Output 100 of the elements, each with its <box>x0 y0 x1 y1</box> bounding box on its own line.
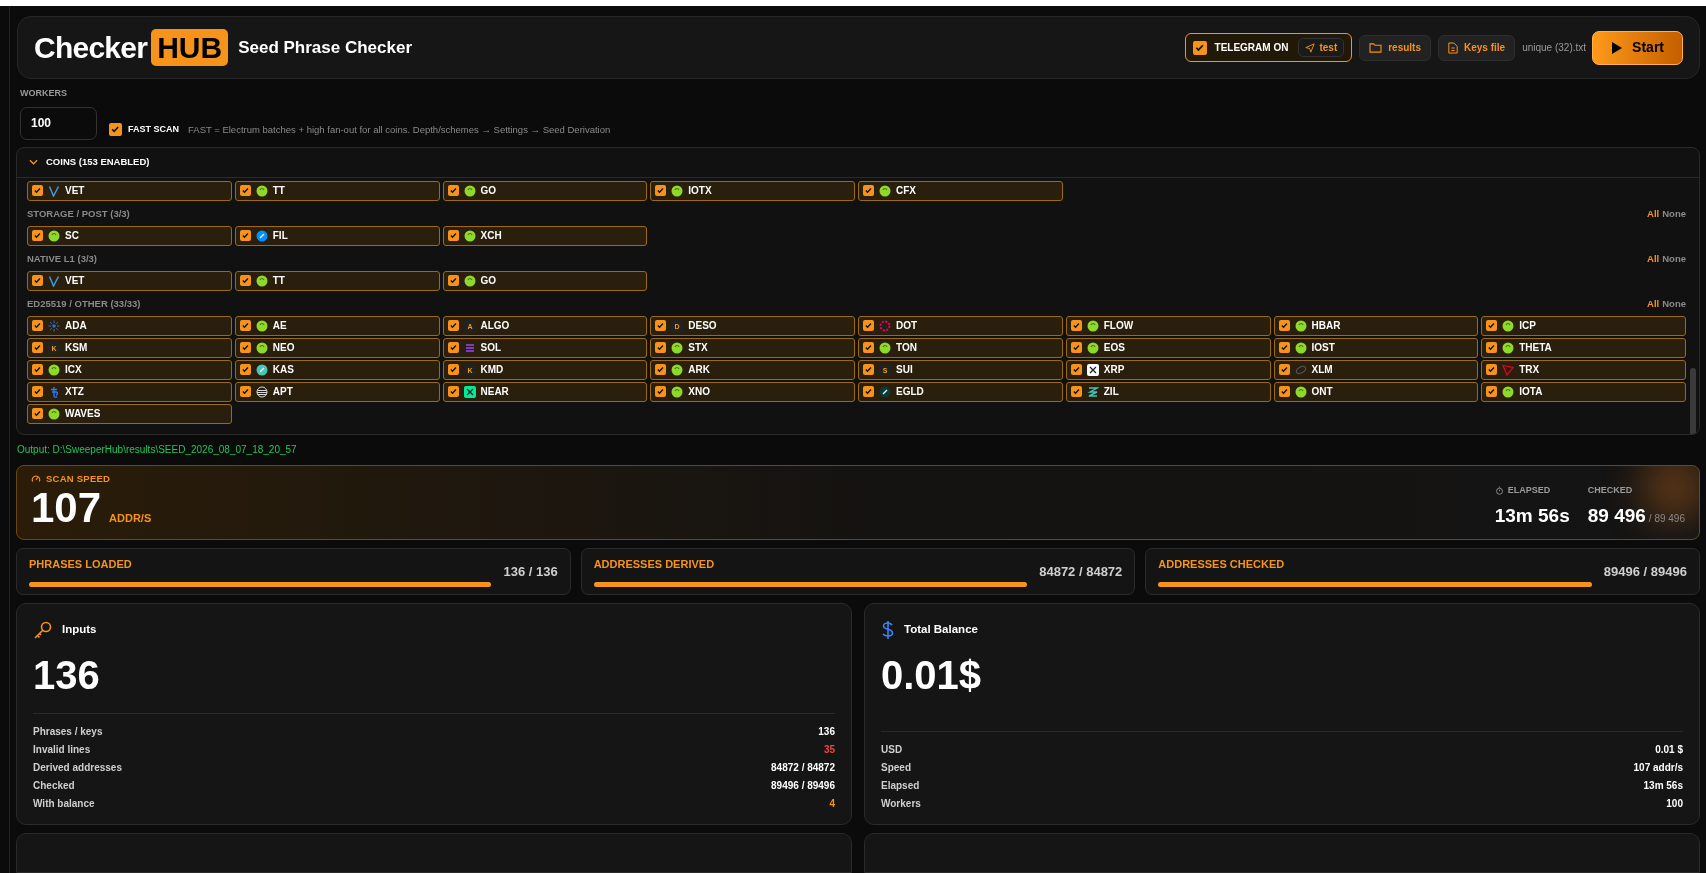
coin-toggle[interactable]: ONT <box>1273 381 1479 402</box>
coin-toggle[interactable]: NEO <box>234 337 440 358</box>
coin-toggle[interactable]: EGLD <box>858 381 1063 402</box>
coin-toggle[interactable]: XRP <box>1065 359 1271 380</box>
checkbox[interactable] <box>239 342 251 354</box>
checkbox[interactable] <box>1070 364 1082 376</box>
checkbox[interactable] <box>32 230 43 242</box>
checkbox[interactable] <box>239 185 251 197</box>
checkbox[interactable] <box>239 364 251 376</box>
checkbox[interactable] <box>447 364 459 376</box>
coin-toggle[interactable]: TT <box>234 180 440 201</box>
coin-toggle[interactable]: XTZ <box>27 381 232 402</box>
checkbox[interactable] <box>32 408 43 420</box>
coin-toggle[interactable]: AE <box>234 315 440 336</box>
coin-toggle[interactable]: ICP <box>1481 315 1686 336</box>
checkbox[interactable] <box>447 386 459 398</box>
coin-toggle[interactable]: NEAR <box>442 381 648 402</box>
checkbox[interactable] <box>655 364 667 376</box>
select-all-link[interactable]: All <box>1647 206 1660 221</box>
coin-toggle[interactable]: IOST <box>1273 337 1479 358</box>
checkbox[interactable] <box>1070 342 1082 354</box>
coin-toggle[interactable]: IOTX <box>650 180 855 201</box>
checkbox[interactable] <box>32 185 43 197</box>
test-button[interactable]: test <box>1298 38 1345 58</box>
scrollbar-thumb[interactable] <box>1690 367 1696 434</box>
coin-toggle[interactable]: CFX <box>858 180 1063 201</box>
coin-toggle[interactable]: GO <box>442 180 648 201</box>
checkbox[interactable] <box>863 364 874 376</box>
coin-name: IOST <box>1311 341 1335 356</box>
workers-input[interactable]: 100 <box>20 106 97 140</box>
coin-toggle[interactable]: HBAR <box>1273 315 1479 336</box>
checkbox[interactable] <box>447 230 459 242</box>
checkbox[interactable] <box>239 275 251 287</box>
coin-toggle[interactable]: KAS <box>234 359 440 380</box>
checkbox[interactable] <box>1486 386 1498 398</box>
coin-toggle[interactable]: APT <box>234 381 440 402</box>
start-button[interactable]: Start <box>1592 30 1683 65</box>
select-all-link[interactable]: All <box>1647 251 1660 266</box>
checkbox[interactable] <box>32 320 43 332</box>
coin-toggle[interactable]: SOL <box>442 337 648 358</box>
coin-toggle[interactable]: ARK <box>650 359 855 380</box>
checkbox[interactable] <box>239 386 251 398</box>
checkbox[interactable] <box>239 230 251 242</box>
select-none-link[interactable]: None <box>1662 296 1686 311</box>
coin-toggle[interactable]: FLOW <box>1065 315 1271 336</box>
checkbox[interactable] <box>1278 386 1290 398</box>
coin-toggle[interactable]: WAVES <box>27 403 232 424</box>
coin-toggle[interactable]: VET <box>27 180 232 201</box>
checkbox[interactable] <box>1278 342 1290 354</box>
coin-toggle[interactable]: SC <box>27 225 232 246</box>
checkbox[interactable] <box>1192 40 1207 55</box>
checkbox[interactable] <box>655 342 667 354</box>
coin-toggle[interactable]: DOT <box>858 315 1063 336</box>
checkbox[interactable] <box>1070 320 1082 332</box>
coin-toggle[interactable]: XCH <box>442 225 648 246</box>
coin-toggle[interactable]: TT <box>234 270 440 291</box>
checkbox[interactable] <box>447 185 459 197</box>
coin-toggle[interactable]: XNO <box>650 381 855 402</box>
checkbox[interactable] <box>32 342 43 354</box>
coin-toggle[interactable]: VET <box>27 270 232 291</box>
coin-toggle[interactable]: TON <box>858 337 1063 358</box>
checkbox[interactable] <box>863 342 874 354</box>
checkbox[interactable] <box>109 123 122 137</box>
checkbox[interactable] <box>863 320 874 332</box>
results-button[interactable]: results <box>1359 34 1431 61</box>
checkbox[interactable] <box>32 275 43 287</box>
checkbox[interactable] <box>655 386 667 398</box>
coins-toggle[interactable]: COINS (153 ENABLED) <box>29 155 150 170</box>
coin-toggle[interactable]: FIL <box>234 225 440 246</box>
select-all-link[interactable]: All <box>1647 296 1660 311</box>
checkbox[interactable] <box>447 320 459 332</box>
checkbox[interactable] <box>32 386 43 398</box>
checkbox[interactable] <box>1278 320 1290 332</box>
coin-toggle[interactable]: GO <box>442 270 648 291</box>
select-none-link[interactable]: None <box>1662 206 1686 221</box>
checkbox[interactable] <box>655 320 667 332</box>
coin-toggle[interactable]: THETA <box>1481 337 1686 358</box>
checkbox[interactable] <box>239 320 251 332</box>
keys-file-button[interactable]: Keys file <box>1438 34 1516 61</box>
coin-toggle[interactable]: XLM <box>1273 359 1479 380</box>
telegram-toggle[interactable]: TELEGRAM ON test <box>1184 33 1353 63</box>
checkbox[interactable] <box>863 386 874 398</box>
checkbox[interactable] <box>447 275 459 287</box>
coin-toggle[interactable]: STX <box>650 337 855 358</box>
coin-toggle[interactable]: ICX <box>27 359 232 380</box>
coin-toggle[interactable]: IOTA <box>1481 381 1686 402</box>
coin-toggle[interactable]: EOS <box>1065 337 1271 358</box>
checkbox[interactable] <box>1070 386 1082 398</box>
coin-toggle[interactable]: TRX <box>1481 359 1686 380</box>
select-none-link[interactable]: None <box>1662 251 1686 266</box>
checkbox[interactable] <box>655 185 667 197</box>
coin-toggle[interactable]: ZIL <box>1065 381 1271 402</box>
coin-toggle[interactable]: ADA <box>27 315 232 336</box>
checkbox[interactable] <box>1486 320 1498 332</box>
checkbox[interactable] <box>1486 364 1498 376</box>
checkbox[interactable] <box>1486 342 1498 354</box>
checkbox[interactable] <box>1278 364 1290 376</box>
checkbox[interactable] <box>32 364 43 376</box>
checkbox[interactable] <box>863 185 874 197</box>
checkbox[interactable] <box>447 342 459 354</box>
